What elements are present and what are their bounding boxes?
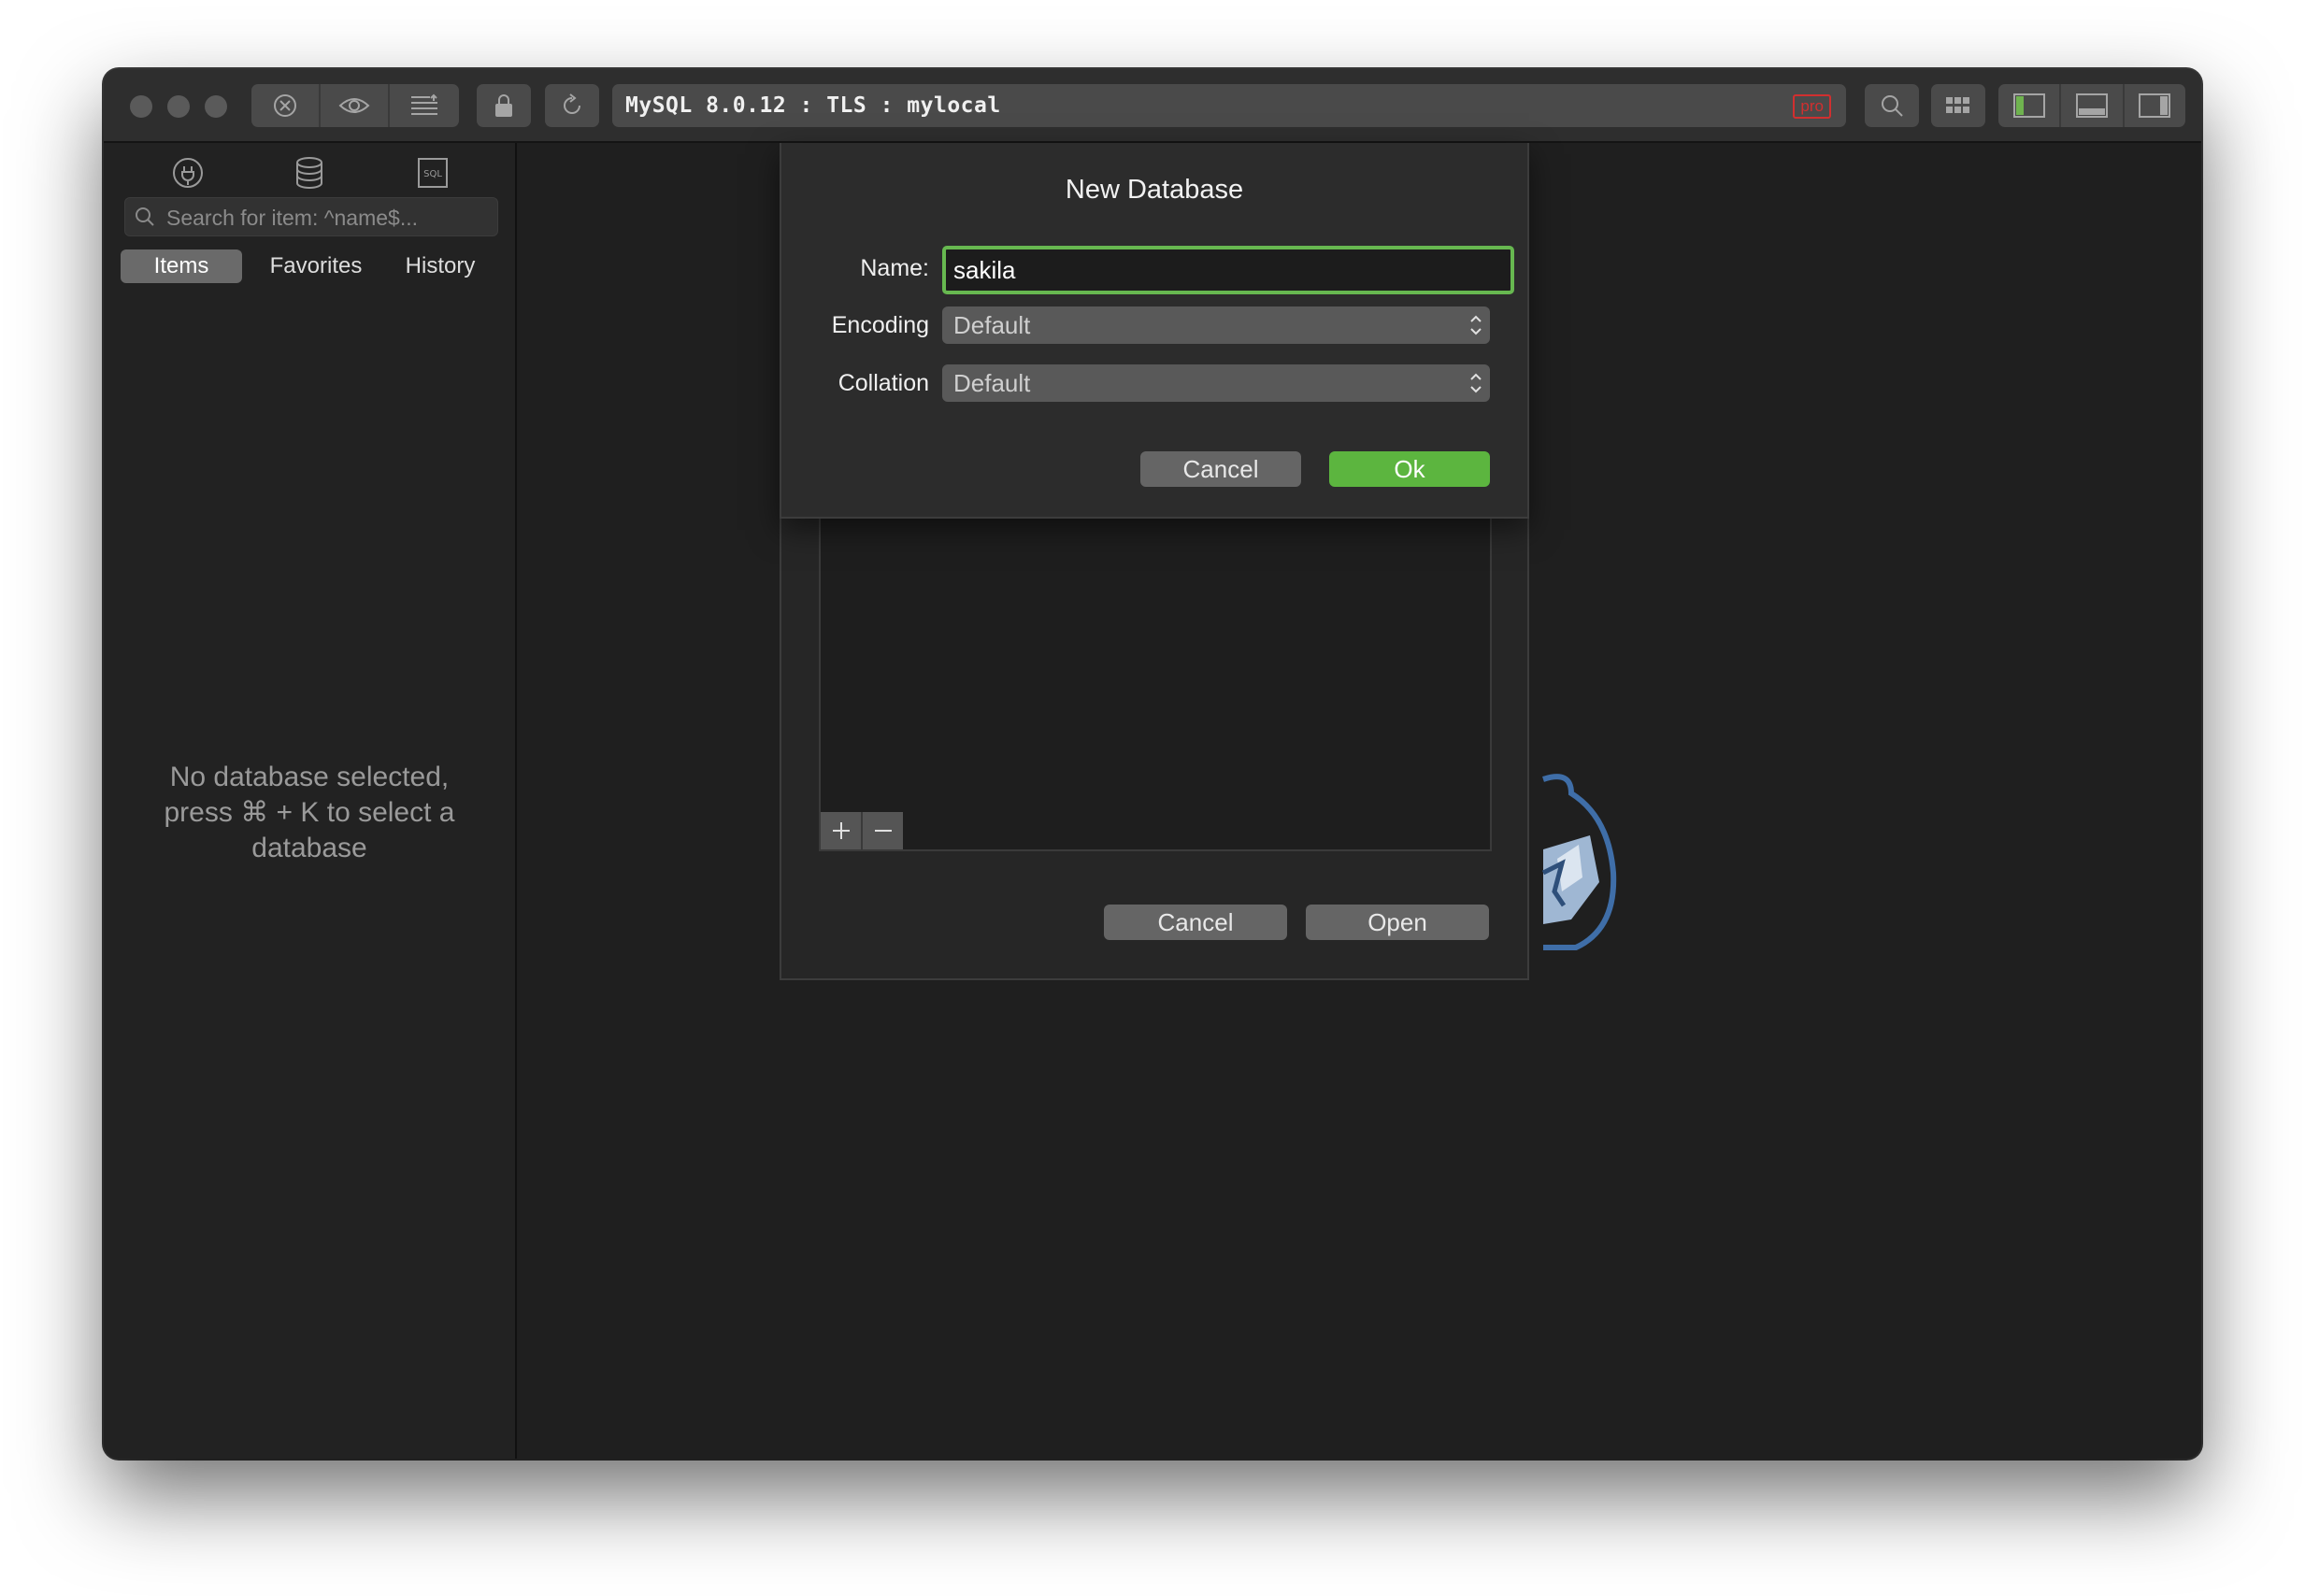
- pro-badge[interactable]: pro: [1793, 94, 1831, 119]
- name-label: Name:: [860, 255, 929, 281]
- database-name-input[interactable]: [942, 246, 1514, 294]
- collation-value: Default: [953, 369, 1031, 397]
- svg-text:SQL: SQL: [423, 169, 442, 179]
- right-panel-icon: [2139, 93, 2171, 118]
- empty-message-line: press ⌘ + K to select a: [164, 797, 455, 828]
- connection-label: MySQL 8.0.12 : TLS : mylocal: [625, 93, 1001, 118]
- sql-query-icon[interactable]: SQL: [414, 154, 451, 192]
- empty-state-message: No database selected, press ⌘ + K to sel…: [104, 760, 515, 866]
- toggle-left-panel-button[interactable]: [1998, 84, 2059, 127]
- panel-toggle-group: [1998, 84, 2185, 127]
- app-window: MySQL 8.0.12 : TLS : mylocal pro SQL Sea…: [104, 69, 2201, 1459]
- toolbar: MySQL 8.0.12 : TLS : mylocal pro: [104, 69, 2201, 143]
- remove-connection-button[interactable]: [861, 812, 903, 849]
- search-icon: [1882, 95, 1903, 117]
- close-window-button[interactable]: [130, 95, 152, 118]
- lock-icon: [495, 94, 512, 117]
- bottom-panel-icon: [2075, 93, 2108, 118]
- collation-select[interactable]: Default: [942, 364, 1490, 402]
- search-button[interactable]: [1865, 84, 1919, 127]
- lock-button[interactable]: [477, 84, 531, 127]
- refresh-button[interactable]: [545, 84, 599, 127]
- sidebar-search[interactable]: [124, 197, 498, 237]
- empty-message-line: database: [251, 833, 367, 863]
- toggle-right-panel-button[interactable]: [2122, 84, 2185, 127]
- eye-icon: [338, 98, 370, 113]
- open-button[interactable]: Open: [1306, 905, 1489, 940]
- connection-list[interactable]: [819, 499, 1492, 851]
- left-panel-icon: [2012, 93, 2045, 118]
- refresh-icon: [564, 93, 580, 114]
- encoding-value: Default: [953, 311, 1031, 339]
- minimize-window-button[interactable]: [167, 95, 190, 118]
- sidebar: SQL Items Favorites History No database …: [104, 143, 517, 1459]
- dialog-title: New Database: [1065, 175, 1244, 205]
- updown-chevron-icon: [1470, 373, 1482, 393]
- tab-favorites[interactable]: Favorites: [255, 249, 377, 283]
- lines-icon: [411, 93, 437, 115]
- toolbar-group-view: [251, 84, 459, 127]
- stop-icon: [274, 94, 296, 117]
- connection-plug-icon[interactable]: [169, 154, 207, 192]
- connection-bar[interactable]: MySQL 8.0.12 : TLS : mylocal pro: [612, 84, 1846, 127]
- query-log-button[interactable]: [388, 84, 459, 127]
- search-input[interactable]: [165, 198, 486, 237]
- tab-items[interactable]: Items: [121, 249, 242, 283]
- database-icon[interactable]: [291, 154, 328, 192]
- collation-label: Collation: [838, 370, 929, 396]
- tab-history[interactable]: History: [384, 249, 496, 283]
- encoding-label: Encoding: [831, 312, 929, 338]
- new-database-dialog: New Database Name: Encoding Default Coll…: [780, 143, 1529, 519]
- updown-chevron-icon: [1470, 315, 1482, 335]
- add-connection-button[interactable]: [821, 812, 861, 849]
- open-connection-sheet: Cancel Open: [780, 499, 1529, 980]
- minus-icon: [874, 830, 892, 832]
- zoom-window-button[interactable]: [205, 95, 227, 118]
- plus-icon: [832, 822, 850, 839]
- toggle-bottom-panel-button[interactable]: [2059, 84, 2122, 127]
- dialog-cancel-button[interactable]: Cancel: [1140, 451, 1301, 487]
- stop-button[interactable]: [251, 84, 319, 127]
- search-icon: [136, 207, 154, 226]
- app-logo-icon: [1541, 774, 1617, 950]
- empty-message-line: No database selected,: [169, 762, 450, 792]
- preview-button[interactable]: [319, 84, 388, 127]
- open-sheet-cancel-button[interactable]: Cancel: [1104, 905, 1287, 940]
- ok-button[interactable]: Ok: [1329, 451, 1490, 487]
- grid-icon: [1946, 97, 1969, 113]
- encoding-select[interactable]: Default: [942, 306, 1490, 344]
- list-add-remove-control: [821, 812, 903, 849]
- grid-view-button[interactable]: [1931, 84, 1985, 127]
